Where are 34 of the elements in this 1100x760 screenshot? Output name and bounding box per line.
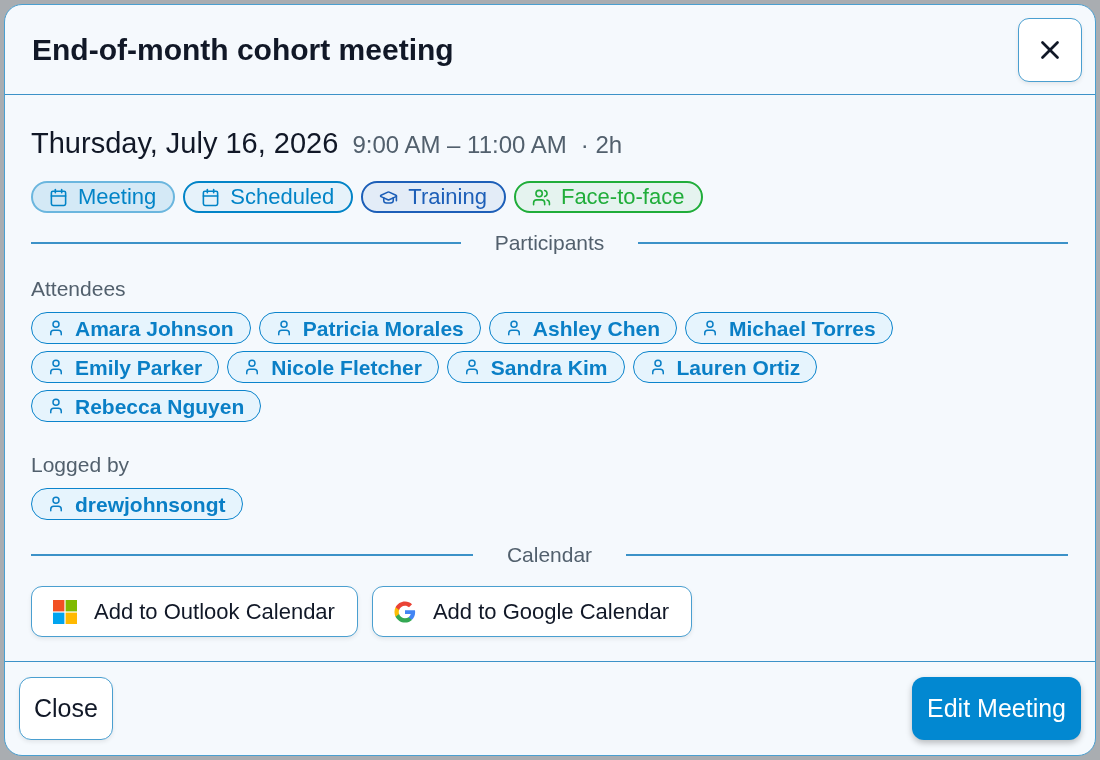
add-to-calendar-button[interactable]: Add to Google Calendar (371, 586, 692, 637)
logged-by-label: Logged by (31, 453, 130, 477)
four-square-logo-icon (53, 599, 77, 624)
person-icon (47, 319, 65, 337)
person-chip[interactable]: Sandra Kim (446, 351, 625, 383)
person-icon (47, 495, 65, 513)
person-chip[interactable]: Patricia Morales (258, 312, 481, 344)
close-icon-button[interactable] (1018, 17, 1082, 82)
person-chip[interactable]: Rebecca Nguyen (31, 390, 262, 422)
edit-meeting-button[interactable]: Edit Meeting (912, 677, 1081, 740)
person-icon (701, 319, 719, 337)
close-button[interactable]: Close (19, 677, 113, 740)
person-icon (47, 397, 65, 415)
tag: Meeting (31, 181, 176, 213)
dialog-title: End-of-month cohort meeting (32, 32, 454, 68)
person-icon (47, 358, 65, 376)
tag: Scheduled (183, 181, 354, 213)
section-heading: Calendar (506, 543, 593, 567)
person-chip[interactable]: Nicole Fletcher (227, 351, 439, 383)
person-chip[interactable]: Michael Torres (685, 312, 893, 344)
person-chip[interactable]: Amara Johnson (31, 312, 251, 344)
person-chip[interactable]: Ashley Chen (488, 312, 677, 344)
person-chip[interactable]: drewjohnsongt (31, 488, 243, 520)
person-chip[interactable]: Lauren Ortiz (632, 351, 818, 383)
g-logo-icon (393, 600, 416, 623)
tag: Training (361, 181, 506, 213)
tag: Face-to-face (513, 181, 704, 213)
person-chip[interactable]: Emily Parker (31, 351, 220, 383)
add-to-calendar-button[interactable]: Add to Outlook Calendar (31, 586, 358, 637)
meeting-duration: · 2h (580, 130, 623, 160)
meeting-date: Thursday, July 16, 2026 (31, 127, 339, 159)
attendees-label: Attendees (31, 277, 126, 301)
section-heading: Participants (494, 231, 605, 255)
meeting-time: 9:00 AM – 11:00 AM (352, 130, 567, 160)
